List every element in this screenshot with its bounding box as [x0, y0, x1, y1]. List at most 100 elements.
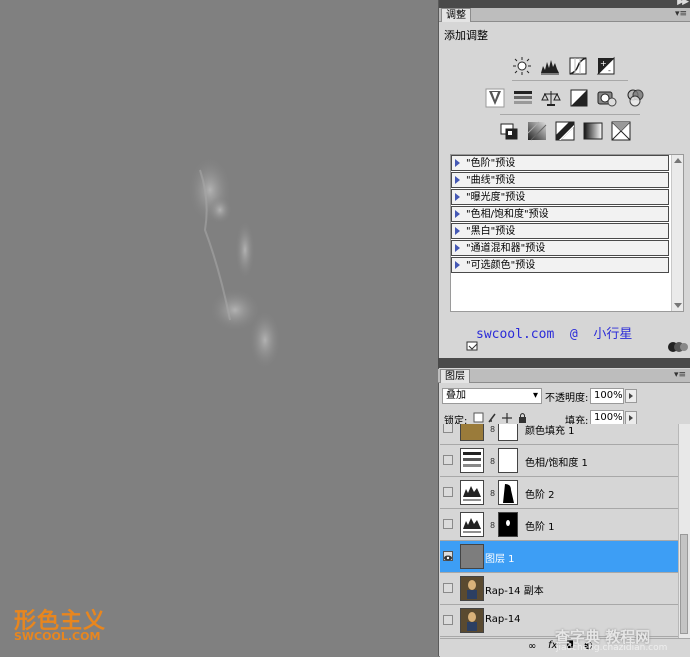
expand-triangle-icon[interactable]	[455, 244, 460, 252]
preset-item[interactable]: "曝光度"预设	[451, 189, 669, 205]
visibility-toggle[interactable]	[443, 519, 453, 529]
preset-item[interactable]: "黑白"预设	[451, 223, 669, 239]
mask-thumbnail	[498, 424, 518, 441]
lock-position-icon[interactable]	[502, 413, 512, 423]
preset-label: "可选颜色"预设	[466, 260, 536, 271]
expand-triangle-icon[interactable]	[455, 176, 460, 184]
layer-name: Rap-14 副本	[485, 586, 544, 597]
layer-row[interactable]: 8 颜色填充 1	[440, 424, 678, 445]
expand-triangle-icon[interactable]	[455, 159, 460, 167]
opacity-slider-button[interactable]	[625, 389, 637, 403]
link-icon: 8	[490, 457, 496, 466]
layer-name: Rap-14	[485, 614, 521, 625]
blend-mode-value: 叠加	[446, 390, 466, 401]
layers-tabbar: 图层 ▾≡	[438, 369, 690, 383]
levels-thumbnail	[460, 480, 484, 505]
presets-scrollbar[interactable]	[671, 155, 683, 311]
preset-item[interactable]: "色阶"预设	[451, 155, 669, 171]
photo-thumbnail	[460, 576, 484, 601]
visibility-toggle[interactable]	[443, 583, 453, 593]
expand-triangle-icon[interactable]	[455, 261, 460, 269]
posterize-icon[interactable]	[527, 121, 547, 141]
mask-thumbnail	[498, 512, 518, 537]
layer-row[interactable]: 8 色阶 2	[440, 477, 678, 509]
lock-transparent-icon[interactable]	[473, 412, 484, 423]
levels-thumbnail	[460, 512, 484, 537]
layer-name: 色相/饱和度 1	[525, 458, 588, 469]
adjustment-icons-row-3	[499, 121, 639, 141]
selective-color-icon[interactable]	[611, 121, 631, 141]
preset-item[interactable]: "曲线"预设	[451, 172, 669, 188]
layer-row[interactable]: Rap-14 副本	[440, 573, 678, 605]
preset-label: "通道混和器"预设	[466, 243, 546, 254]
watermark-logo-url: SWCOOL.COM	[14, 630, 101, 643]
visibility-toggle[interactable]	[443, 424, 453, 433]
adjustments-title: 添加调整	[444, 29, 488, 42]
visibility-toggle[interactable]	[443, 615, 453, 625]
preset-item[interactable]: "通道混和器"预设	[451, 240, 669, 256]
lock-pixels-icon[interactable]	[488, 413, 496, 423]
panel-collapse-bar[interactable]: ▶▶	[439, 0, 690, 8]
layers-scrollbar[interactable]	[678, 424, 690, 638]
eye-icon[interactable]	[443, 551, 453, 561]
panel-menu-icon[interactable]: ▾≡	[674, 369, 686, 382]
scroll-down-icon[interactable]	[674, 303, 682, 308]
layer-name: 色阶 1	[525, 522, 555, 533]
threshold-icon[interactable]	[555, 121, 575, 141]
visibility-toggle[interactable]	[443, 455, 453, 465]
smoke-artwork	[188, 156, 281, 370]
mask-thumbnail	[498, 480, 518, 505]
layer-name: 图层 1	[485, 554, 515, 565]
layer-row[interactable]: 8 色阶 1	[440, 509, 678, 541]
tab-layers[interactable]: 图层	[440, 369, 470, 383]
layer-row-selected[interactable]: 图层 1	[440, 541, 678, 573]
curves-icon[interactable]	[568, 56, 588, 76]
levels-icon[interactable]	[540, 56, 560, 76]
preset-label: "色相/饱和度"预设	[466, 209, 549, 220]
chevron-down-icon: ▾	[532, 390, 538, 401]
panel-menu-icon[interactable]: ▾≡	[675, 8, 687, 21]
layer-row[interactable]: 8 色相/饱和度 1	[440, 445, 678, 477]
preset-item[interactable]: "色相/饱和度"预设	[451, 206, 669, 222]
visibility-toggle[interactable]	[443, 487, 453, 497]
blend-mode-select[interactable]: 叠加 ▾	[442, 388, 542, 404]
opacity-input[interactable]: 100%	[590, 388, 624, 404]
link-layers-icon[interactable]: ∞	[528, 641, 536, 652]
preset-item[interactable]: "可选颜色"预设	[451, 257, 669, 273]
lock-all-icon[interactable]	[519, 417, 526, 423]
link-icon: 8	[490, 521, 496, 530]
photo-thumbnail	[460, 608, 484, 633]
expand-view-icon[interactable]	[668, 341, 688, 354]
tab-adjustments[interactable]: 调整	[441, 8, 471, 22]
expand-triangle-icon[interactable]	[455, 227, 460, 235]
panel-collapse-bar[interactable]	[438, 358, 690, 368]
hue-saturation-thumbnail	[460, 448, 484, 473]
credit-text: swcool.com @ 小行星	[476, 327, 633, 342]
collapse-icon[interactable]: ▶▶	[677, 0, 689, 7]
layer-name: 色阶 2	[525, 490, 555, 501]
adjustment-presets-list: "色阶"预设 "曲线"预设 "曝光度"预设 "色相/饱和度"预设 "黑白"预设 …	[450, 154, 684, 312]
channel-mixer-icon[interactable]	[625, 88, 645, 108]
expand-triangle-icon[interactable]	[455, 193, 460, 201]
photo-filter-icon[interactable]	[597, 88, 617, 108]
invert-icon[interactable]	[499, 121, 519, 141]
svg-text:+: +	[600, 59, 607, 68]
scroll-up-icon[interactable]	[674, 158, 682, 163]
link-icon: 8	[490, 489, 496, 498]
lock-options	[473, 412, 526, 423]
black-white-icon[interactable]	[569, 88, 589, 108]
color-balance-icon[interactable]	[541, 88, 561, 108]
layer-name: 颜色填充 1	[525, 426, 575, 437]
hue-saturation-icon[interactable]	[513, 88, 533, 108]
exposure-icon[interactable]: + -	[596, 56, 616, 76]
gradient-map-icon[interactable]	[583, 121, 603, 141]
document-canvas[interactable]: 形色主义 SWCOOL.COM	[0, 0, 438, 656]
expand-triangle-icon[interactable]	[455, 210, 460, 218]
site-watermark-url: jiaocheng.chazidian.com	[556, 643, 668, 653]
fill-slider-button[interactable]	[625, 411, 637, 425]
scrollbar-thumb[interactable]	[680, 534, 688, 634]
vibrance-icon[interactable]	[485, 88, 505, 108]
brightness-contrast-icon[interactable]	[512, 56, 532, 76]
preset-label: "曝光度"预设	[466, 192, 526, 203]
clip-to-layer-icon[interactable]	[466, 341, 480, 353]
